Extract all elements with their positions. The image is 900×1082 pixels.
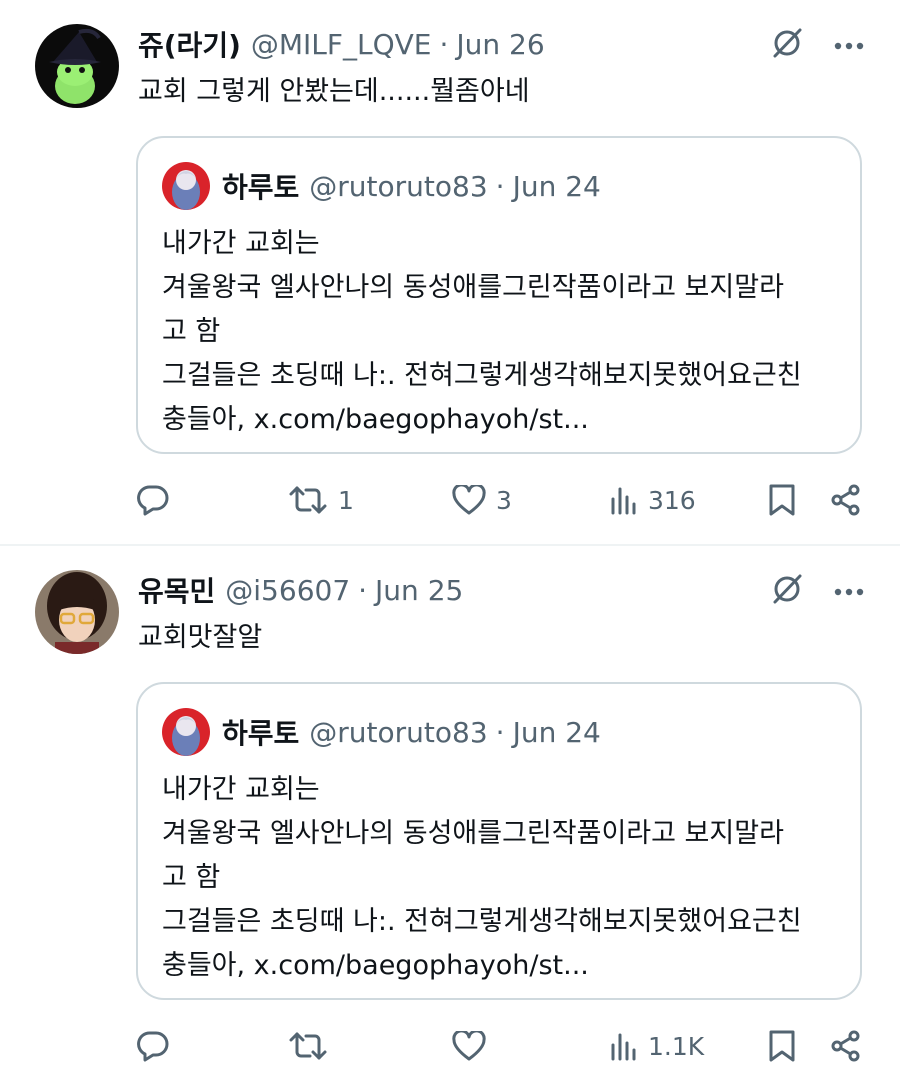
quote-header: 하루토 @rutoruto83 · Jun 24 bbox=[222, 166, 601, 206]
reply-button[interactable] bbox=[136, 480, 180, 520]
quote-line: 겨울왕국 엘사안나의 동성애를그린작품이라고 보지말라 bbox=[162, 272, 784, 303]
tweet[interactable]: 유목민 @i56607 · Jun 25 교회맛잘알 하루토 @rutoruto… bbox=[0, 546, 900, 1082]
views-icon bbox=[610, 1031, 638, 1061]
tweet-text: 교회맛잘알 bbox=[138, 622, 263, 653]
user-handle[interactable]: @MILF_LQVE bbox=[251, 28, 432, 61]
like-icon bbox=[452, 1031, 486, 1061]
separator-dot: · bbox=[495, 715, 505, 749]
views-button[interactable]: 1.1K bbox=[610, 1026, 704, 1066]
more-options-icon[interactable] bbox=[834, 582, 864, 601]
display-name[interactable]: 유목민 bbox=[138, 570, 215, 610]
tweet-header: 쥬(라기) @MILF_LQVE · Jun 26 bbox=[138, 24, 545, 64]
separator-dot: · bbox=[439, 27, 449, 61]
repost-button[interactable]: 1 bbox=[288, 480, 354, 520]
grok-icon[interactable] bbox=[770, 572, 804, 610]
quote-line: 충들아, x.com/baegophayoh/st... bbox=[162, 950, 589, 981]
views-count: 1.1K bbox=[648, 1031, 705, 1061]
quote-line: 충들아, x.com/baegophayoh/st... bbox=[162, 404, 589, 435]
more-options-icon[interactable] bbox=[834, 36, 864, 55]
avatar[interactable] bbox=[35, 570, 119, 654]
separator-dot: · bbox=[358, 573, 368, 607]
quote-date[interactable]: Jun 24 bbox=[513, 716, 601, 749]
tweet-date[interactable]: Jun 25 bbox=[375, 574, 463, 607]
tweet-top-icons bbox=[770, 572, 864, 610]
grok-icon[interactable] bbox=[770, 26, 804, 64]
like-button[interactable]: 3 bbox=[452, 480, 512, 520]
views-icon bbox=[610, 485, 638, 515]
tweet-text: 교회 그렇게 안봤는데......뭘좀아네 bbox=[138, 76, 530, 107]
reply-icon bbox=[136, 1030, 170, 1062]
quote-line: 그걸들은 초딩때 나:. 전혀그렇게생각해보지못했어요근친 bbox=[162, 906, 802, 937]
repost-button[interactable] bbox=[288, 1026, 338, 1066]
quote-display-name[interactable]: 하루토 bbox=[222, 166, 299, 206]
bookmark-button[interactable] bbox=[768, 1026, 796, 1066]
share-button[interactable] bbox=[830, 1026, 862, 1066]
repost-icon bbox=[288, 484, 328, 516]
action-bar: 1 3 316 bbox=[136, 480, 866, 520]
views-button[interactable]: 316 bbox=[610, 480, 696, 520]
quote-line: 고 함 bbox=[162, 862, 221, 893]
bookmark-icon bbox=[768, 1029, 796, 1063]
separator-dot: · bbox=[495, 169, 505, 203]
quote-header: 하루토 @rutoruto83 · Jun 24 bbox=[222, 712, 601, 752]
share-icon bbox=[830, 484, 862, 516]
like-count: 3 bbox=[496, 485, 512, 515]
quote-user-handle[interactable]: @rutoruto83 bbox=[309, 170, 487, 203]
share-button[interactable] bbox=[830, 480, 862, 520]
views-count: 316 bbox=[648, 485, 696, 515]
like-icon bbox=[452, 485, 486, 515]
bookmark-icon bbox=[768, 483, 796, 517]
repost-count: 1 bbox=[338, 485, 354, 515]
display-name[interactable]: 쥬(라기) bbox=[138, 24, 241, 64]
like-button[interactable] bbox=[452, 1026, 496, 1066]
bookmark-button[interactable] bbox=[768, 480, 796, 520]
reply-icon bbox=[136, 484, 170, 516]
tweet-header: 유목민 @i56607 · Jun 25 bbox=[138, 570, 463, 610]
quote-line: 겨울왕국 엘사안나의 동성애를그린작품이라고 보지말라 bbox=[162, 818, 784, 849]
quote-line: 고 함 bbox=[162, 316, 221, 347]
share-icon bbox=[830, 1030, 862, 1062]
quote-display-name[interactable]: 하루토 bbox=[222, 712, 299, 752]
repost-icon bbox=[288, 1030, 328, 1062]
tweet-top-icons bbox=[770, 26, 864, 64]
quote-tweet[interactable]: 하루토 @rutoruto83 · Jun 24 내가간 교회는 겨울왕국 엘사… bbox=[136, 682, 862, 1000]
quote-tweet[interactable]: 하루토 @rutoruto83 · Jun 24 내가간 교회는 겨울왕국 엘사… bbox=[136, 136, 862, 454]
avatar[interactable] bbox=[35, 24, 119, 108]
tweet-date[interactable]: Jun 26 bbox=[456, 28, 544, 61]
quote-date[interactable]: Jun 24 bbox=[513, 170, 601, 203]
action-bar: 1.1K bbox=[136, 1026, 866, 1066]
user-handle[interactable]: @i56607 bbox=[225, 574, 350, 607]
quote-user-handle[interactable]: @rutoruto83 bbox=[309, 716, 487, 749]
tweet[interactable]: 쥬(라기) @MILF_LQVE · Jun 26 교회 그렇게 안봤는데...… bbox=[0, 0, 900, 544]
quote-text: 내가간 교회는 겨울왕국 엘사안나의 동성애를그린작품이라고 보지말라 고 함 … bbox=[162, 222, 802, 442]
reply-button[interactable] bbox=[136, 1026, 180, 1066]
quote-line: 그걸들은 초딩때 나:. 전혀그렇게생각해보지못했어요근친 bbox=[162, 360, 802, 391]
quote-line: 내가간 교회는 bbox=[162, 228, 320, 259]
quote-line: 내가간 교회는 bbox=[162, 774, 320, 805]
quote-text: 내가간 교회는 겨울왕국 엘사안나의 동성애를그린작품이라고 보지말라 고 함 … bbox=[162, 768, 802, 988]
quote-avatar[interactable] bbox=[162, 162, 210, 210]
quote-avatar[interactable] bbox=[162, 708, 210, 756]
